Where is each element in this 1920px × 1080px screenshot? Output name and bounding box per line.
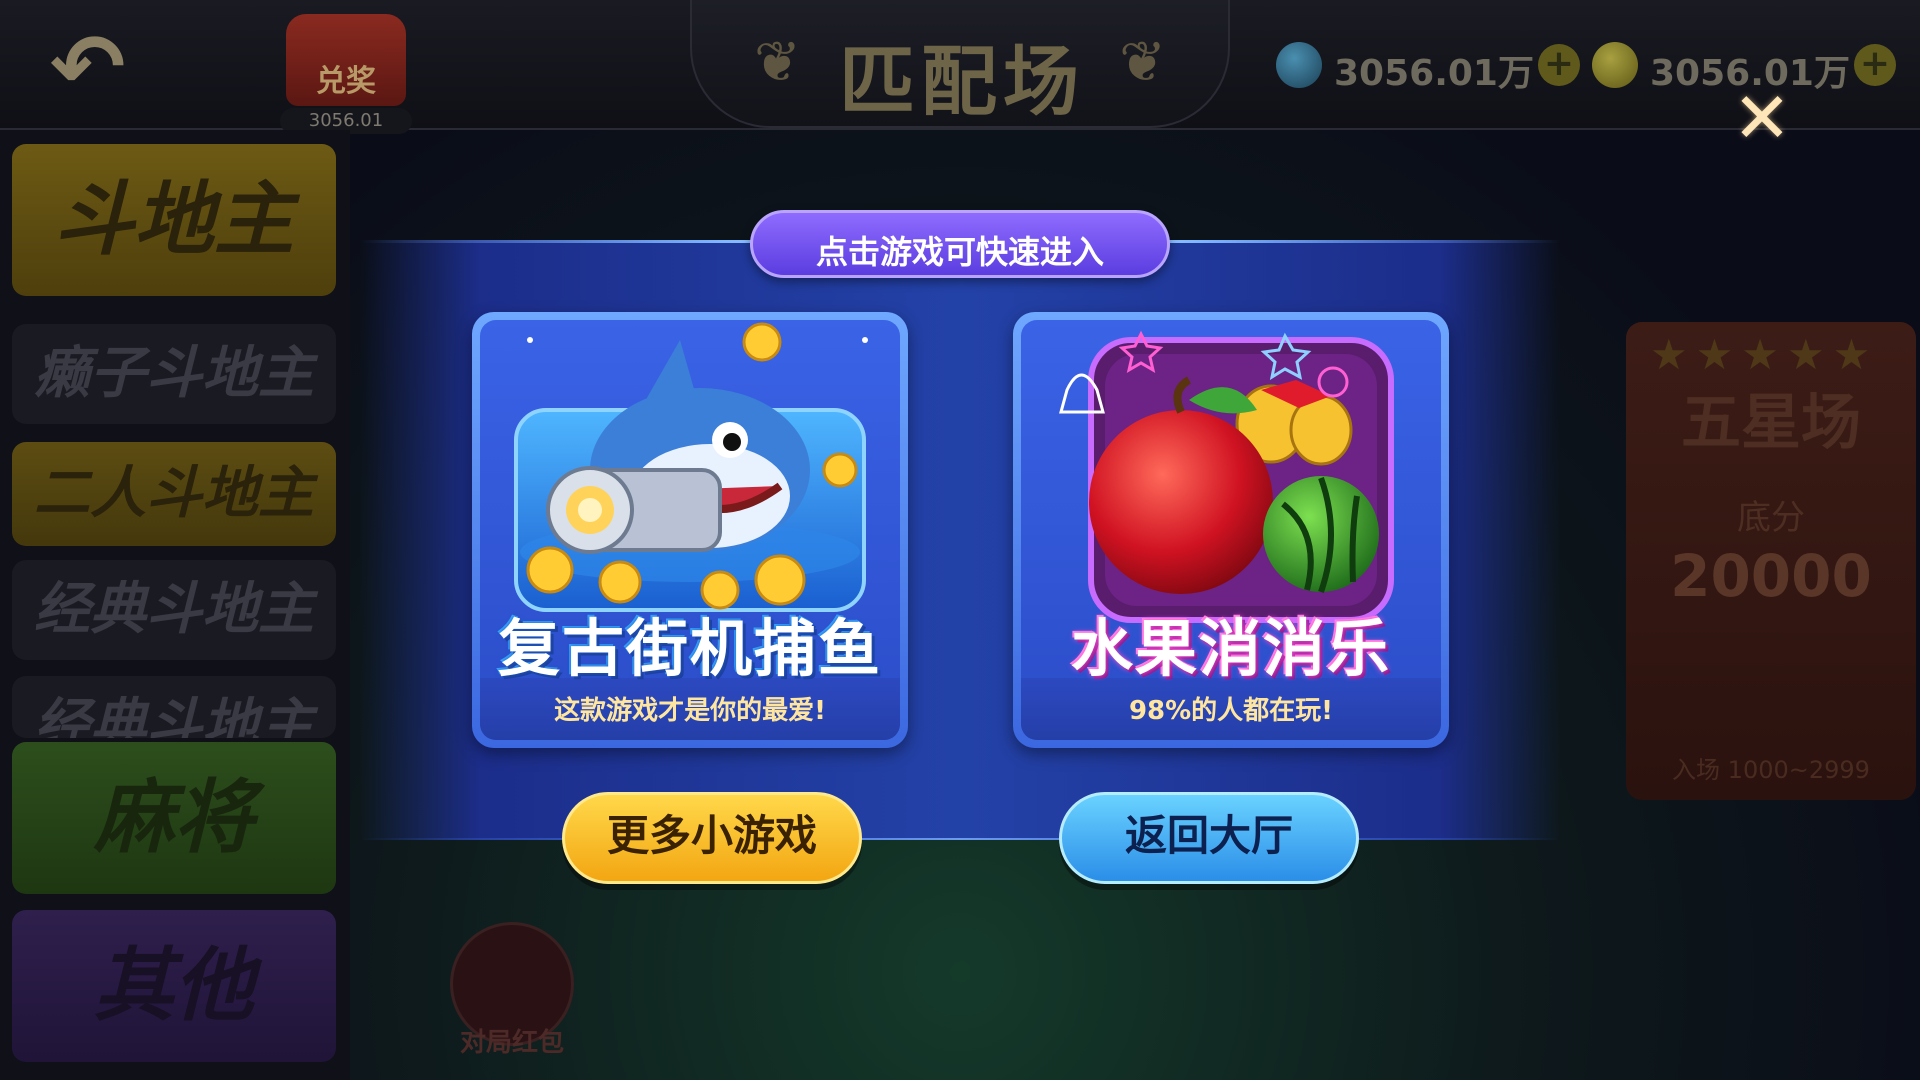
hint-banner: 点击游戏可快速进入	[750, 210, 1170, 278]
add-diamond-button[interactable]: +	[1538, 44, 1580, 86]
fishing-game-title: 复古街机捕鱼	[497, 612, 882, 685]
game-card-fishing-inner: 复古街机捕鱼 这款游戏才是你的最爱!	[480, 320, 900, 740]
hint-text: 点击游戏可快速进入	[815, 233, 1104, 271]
diamond-icon	[1276, 42, 1322, 88]
five-stars-icon: ★★★★★	[1650, 330, 1879, 379]
room-title: 五星场	[1681, 388, 1861, 458]
room-card-five-star[interactable]: ★★★★★ 五星场 底分 20000 入场 1000~2999	[1626, 322, 1916, 800]
match-red-packet-button[interactable]: 对局红包	[446, 922, 576, 1072]
sidebar-item-erren[interactable]: 二人斗地主	[12, 442, 336, 546]
back-to-lobby-button[interactable]: 返回大厅	[1059, 792, 1359, 884]
gold-coin-icon	[1592, 42, 1638, 88]
sidebar: 斗地主 癞子斗地主 二人斗地主 经典斗地主 经典斗地主 麻将 其他	[0, 130, 350, 1080]
game-card-fruit[interactable]: 水果消消乐 98%的人都在玩!	[1013, 312, 1449, 748]
diamond-balance: 3056.01万 +	[1276, 38, 1580, 94]
sidebar-item-jingdian-2[interactable]: 经典斗地主	[12, 676, 336, 738]
top-bar: ↶ 兑奖 3056.01 ❦ 匹配场 ❦ 3056.01万 + 3056.01万…	[0, 0, 1920, 134]
add-gold-button[interactable]: +	[1854, 44, 1896, 86]
room-base-value: 20000	[1670, 542, 1872, 610]
sidebar-item-laizi[interactable]: 癞子斗地主	[12, 324, 336, 424]
redeem-label: 兑奖	[316, 64, 376, 99]
fruit-game-title: 水果消消乐	[1070, 612, 1391, 685]
sidebar-item-jingdian[interactable]: 经典斗地主	[12, 560, 336, 660]
more-games-button[interactable]: 更多小游戏	[562, 792, 862, 884]
diamond-value: 3056.01万	[1334, 53, 1534, 94]
right-laurel-icon: ❦	[1119, 30, 1166, 95]
sidebar-item-doudizhu[interactable]: 斗地主	[12, 144, 336, 296]
fishing-game-subtitle: 这款游戏才是你的最爱!	[554, 696, 826, 726]
room-base-label: 底分	[1737, 498, 1805, 538]
redeem-button[interactable]: 兑奖 3056.01	[278, 14, 414, 134]
back-arrow-icon[interactable]: ↶	[50, 23, 170, 113]
sidebar-item-mahjong[interactable]: 麻将	[12, 742, 336, 894]
sidebar-item-other[interactable]: 其他	[12, 910, 336, 1062]
close-icon[interactable]: ✕	[1732, 83, 1792, 153]
room-entry: 入场 1000~2999	[1672, 756, 1870, 784]
title-plate: ❦ 匹配场 ❦	[690, 0, 1230, 128]
red-packet-label: 对局红包	[459, 1028, 564, 1058]
game-card-fishing[interactable]: 复古街机捕鱼 这款游戏才是你的最爱!	[472, 312, 908, 748]
game-card-fruit-inner: 水果消消乐 98%的人都在玩!	[1021, 320, 1441, 740]
fruit-game-subtitle: 98%的人都在玩!	[1128, 696, 1334, 726]
